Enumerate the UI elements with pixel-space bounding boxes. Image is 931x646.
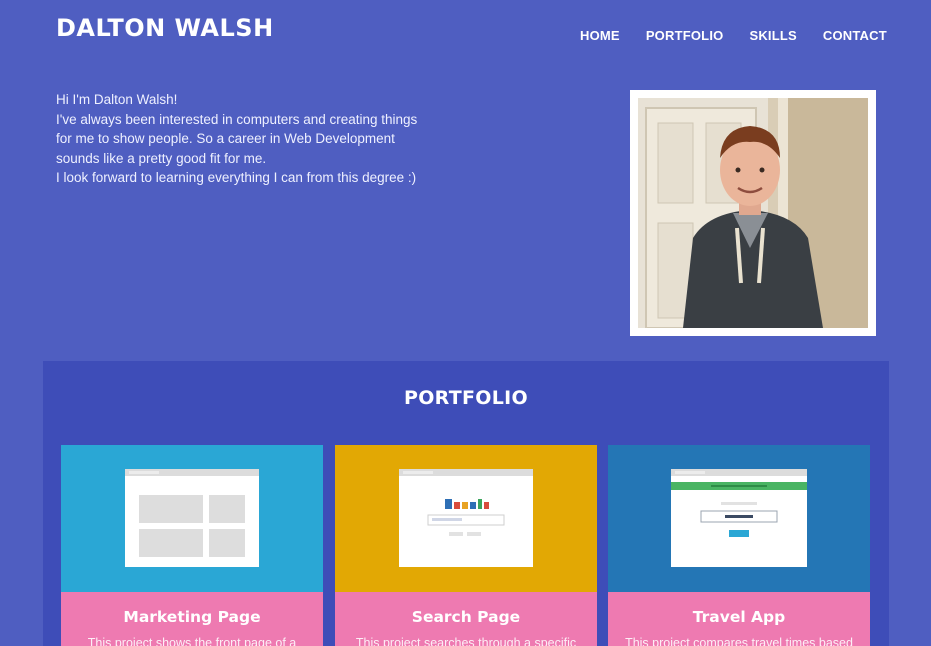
- card-thumbnail-area[interactable]: [61, 445, 323, 592]
- nav-portfolio[interactable]: PORTFOLIO: [646, 28, 724, 43]
- intro-text: Hi I'm Dalton Walsh! I've always been in…: [56, 90, 418, 188]
- intro-line: sounds like a pretty good fit for me.: [56, 150, 267, 166]
- intro-line: I've always been interested in computers…: [56, 111, 418, 127]
- project-card-travel[interactable]: Travel App This project compares travel …: [608, 445, 870, 646]
- project-card-marketing[interactable]: Marketing Page This project shows the fr…: [61, 445, 323, 646]
- grid-layout-icon: [125, 469, 259, 567]
- card-description: This project compares travel times based: [625, 636, 853, 646]
- nav-skills[interactable]: SKILLS: [749, 28, 796, 43]
- nav-contact[interactable]: CONTACT: [823, 28, 887, 43]
- card-title[interactable]: Marketing Page: [61, 608, 323, 626]
- site-brand[interactable]: DALTON WALSH: [56, 14, 274, 42]
- intro-line: I look forward to learning everything I …: [56, 170, 417, 186]
- profile-photo-frame: [630, 90, 876, 336]
- portfolio-heading: PORTFOLIO: [404, 387, 528, 409]
- intro-line: Hi I'm Dalton Walsh!: [56, 92, 178, 107]
- portfolio-section: PORTFOLIO Marketing Page This project sh…: [43, 361, 889, 646]
- card-thumbnail-area[interactable]: [335, 445, 597, 592]
- card-description: This project searches through a specific: [355, 636, 577, 646]
- search-layout-icon: [399, 469, 533, 567]
- card-description: This project shows the front page of a: [87, 636, 297, 646]
- card-info: Travel App This project compares travel …: [608, 592, 870, 646]
- project-card-search[interactable]: Search Page This project searches throug…: [335, 445, 597, 646]
- nav-home[interactable]: HOME: [580, 28, 620, 43]
- card-info: Search Page This project searches throug…: [335, 592, 597, 646]
- card-thumbnail-area[interactable]: [608, 445, 870, 592]
- profile-photo: [638, 98, 868, 328]
- card-info: Marketing Page This project shows the fr…: [61, 592, 323, 646]
- intro-line: for me to show people. So a career in We…: [56, 131, 395, 147]
- form-layout-icon: [671, 469, 807, 567]
- card-title[interactable]: Travel App: [608, 608, 870, 626]
- card-title[interactable]: Search Page: [335, 608, 597, 626]
- main-nav: HOME PORTFOLIO SKILLS CONTACT: [580, 28, 913, 43]
